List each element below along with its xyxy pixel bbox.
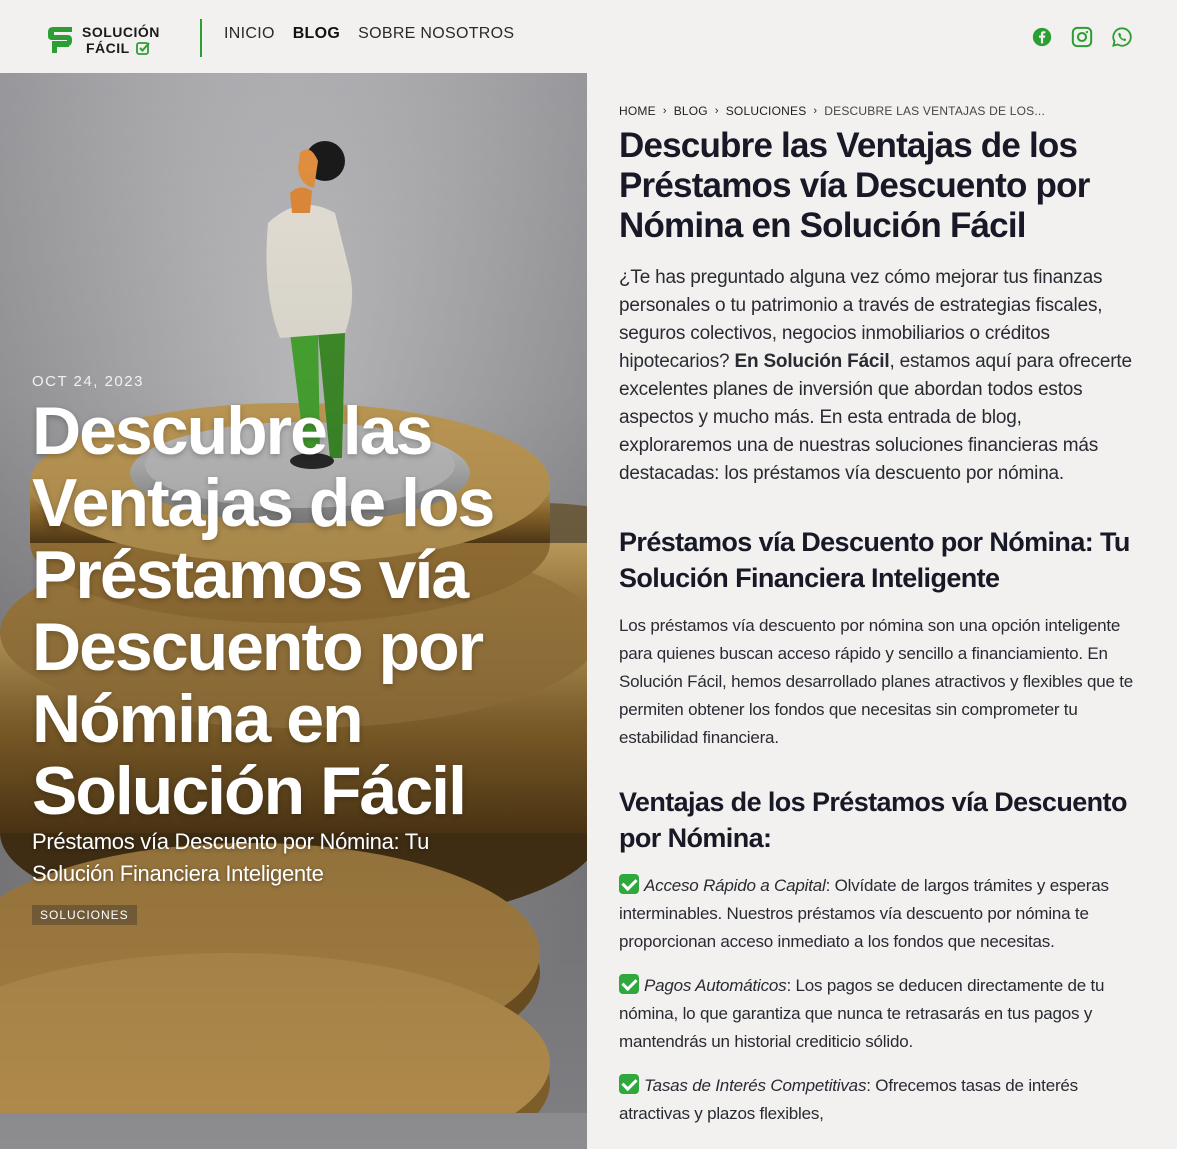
instagram-icon[interactable]	[1071, 26, 1093, 48]
hero-image-section[interactable]: OCT 24, 2023 Descubre las Ventajas de lo…	[0, 73, 587, 1149]
hero-subtitle: Préstamos vía Descuento por Nómina: Tu S…	[32, 829, 430, 886]
social-links	[1031, 26, 1133, 48]
article-content: HOME › BLOG › SOLUCIONES › DESCUBRE LAS …	[619, 104, 1139, 1149]
breadcrumb-blog[interactable]: BLOG	[674, 104, 708, 118]
benefit-item: Pagos Automáticos: Los pagos se deducen …	[619, 972, 1139, 1056]
check-mark-icon	[619, 974, 639, 994]
check-box-icon	[135, 42, 150, 55]
breadcrumb-current: DESCUBRE LAS VENTAJAS DE LOS...	[824, 104, 1045, 118]
benefit-item: Acceso Rápido a Capital: Olvídate de lar…	[619, 872, 1139, 956]
nav-blog[interactable]: BLOG	[293, 25, 340, 43]
hero-title: Descubre las Ventajas de los Préstamos v…	[32, 393, 495, 829]
section-heading-1: Préstamos vía Descuento por Nómina: Tu S…	[619, 527, 1130, 593]
chevron-right-icon: ›	[714, 105, 719, 117]
logo-mark-icon	[48, 27, 72, 53]
benefit-item: Tasas de Interés Competitivas: Ofrecemos…	[619, 1072, 1139, 1128]
site-header: SOLUCIÓN FÁCIL INICIO BLOG SOBRE NOSOTRO…	[0, 0, 1177, 73]
hero-date: OCT 24, 2023	[32, 373, 144, 390]
logo-text: SOLUCIÓN FÁCIL	[82, 24, 160, 56]
section-paragraph-1: Los préstamos vía descuento por nómina s…	[619, 616, 1134, 747]
benefit-title: Pagos Automáticos	[644, 976, 787, 995]
breadcrumb: HOME › BLOG › SOLUCIONES › DESCUBRE LAS …	[619, 104, 1139, 118]
section-heading-2: Ventajas de los Préstamos vía Descuento …	[619, 787, 1127, 853]
facebook-icon[interactable]	[1031, 26, 1053, 48]
main-nav: INICIO BLOG SOBRE NOSOTROS	[224, 25, 514, 43]
breadcrumb-soluciones[interactable]: SOLUCIONES	[726, 104, 807, 118]
category-tag[interactable]: SOLUCIONES	[32, 905, 137, 925]
article-title: Descubre las Ventajas de los Préstamos v…	[619, 126, 1090, 245]
nav-sobre-nosotros[interactable]: SOBRE NOSOTROS	[358, 25, 514, 43]
chevron-right-icon: ›	[662, 105, 667, 117]
header-divider	[200, 19, 202, 57]
breadcrumb-home[interactable]: HOME	[619, 104, 656, 118]
intro-bold-text: En Solución Fácil	[734, 351, 890, 372]
whatsapp-icon[interactable]	[1111, 26, 1133, 48]
benefit-title: Acceso Rápido a Capital	[644, 876, 826, 895]
chevron-right-icon: ›	[813, 105, 818, 117]
logo[interactable]: SOLUCIÓN FÁCIL	[44, 22, 174, 58]
nav-inicio[interactable]: INICIO	[224, 25, 275, 43]
logo-line-2: FÁCIL	[86, 40, 130, 56]
check-mark-icon	[619, 1074, 639, 1094]
benefit-title: Tasas de Interés Competitivas	[644, 1076, 867, 1095]
check-mark-icon	[619, 874, 639, 894]
article-intro: ¿Te has preguntado alguna vez cómo mejor…	[619, 264, 1139, 488]
logo-line-1: SOLUCIÓN	[82, 24, 160, 40]
